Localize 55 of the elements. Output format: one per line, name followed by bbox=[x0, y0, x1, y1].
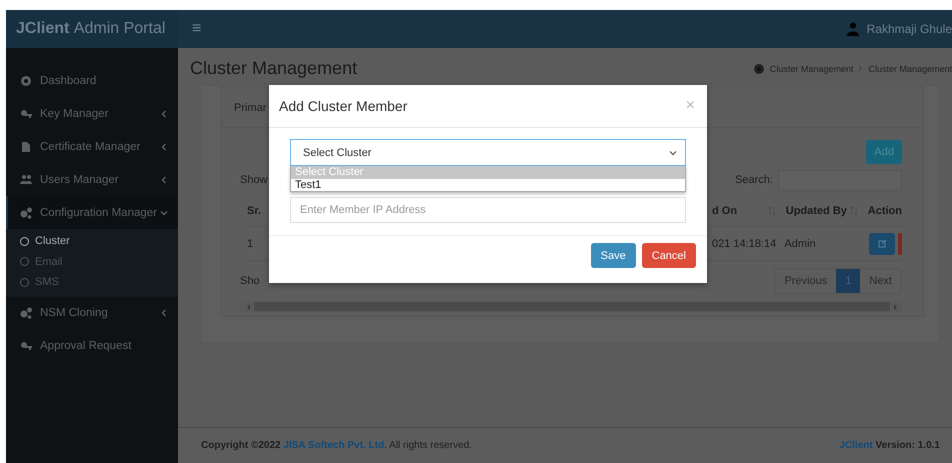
cancel-button[interactable]: Cancel bbox=[642, 243, 696, 268]
dropdown-option[interactable]: Test1 bbox=[291, 178, 685, 191]
brand-title: JClient Admin Portal bbox=[6, 10, 178, 48]
right-arrow-icon[interactable] bbox=[893, 304, 898, 310]
sidebar-item[interactable]: Approval Request bbox=[6, 330, 178, 362]
dashboard-icon bbox=[20, 74, 32, 86]
delete-button[interactable] bbox=[898, 232, 902, 254]
modal-title: Add Cluster Member bbox=[279, 98, 408, 114]
column-header: Sr. bbox=[247, 205, 262, 217]
menu-button[interactable]: ≡ bbox=[192, 20, 202, 38]
copyright-text: Copyright ©2022 JISA Softech Pvt. Ltd. All rights reserved. bbox=[201, 440, 472, 451]
chevron-icon bbox=[160, 208, 168, 216]
edit-icon bbox=[878, 239, 886, 248]
key-icon bbox=[20, 340, 32, 352]
breadcrumb-link[interactable]: Cluster Management bbox=[770, 64, 854, 74]
table-cell: Admin bbox=[784, 238, 816, 250]
user-icon bbox=[846, 22, 859, 36]
entries-info: Sho bbox=[240, 275, 260, 287]
chevron-icon bbox=[160, 142, 168, 150]
user-name[interactable]: Rakhmaji Ghule bbox=[866, 22, 952, 36]
submenu-item[interactable]: Email bbox=[6, 252, 178, 272]
file-icon bbox=[20, 140, 32, 152]
left-arrow-icon[interactable] bbox=[246, 304, 251, 310]
search-label: Search: bbox=[735, 174, 773, 186]
column-header: Updated By bbox=[786, 205, 847, 217]
show-label: Show bbox=[240, 174, 268, 186]
column-header: d On bbox=[712, 205, 738, 217]
column-header: Action bbox=[868, 205, 902, 217]
sidebar-item[interactable]: Users Manager bbox=[6, 163, 178, 196]
scrollbar[interactable] bbox=[240, 301, 902, 312]
users-icon bbox=[20, 174, 32, 186]
version-text: JClient Version: 1.0.1 bbox=[839, 440, 940, 451]
dropdown-option[interactable]: Select Cluster bbox=[291, 166, 685, 178]
chevron-icon bbox=[160, 110, 168, 118]
table-cell: 021 14:18:14 bbox=[712, 238, 776, 250]
submenu-item[interactable]: Cluster bbox=[6, 231, 178, 252]
sidebar-item[interactable]: NSM Cloning bbox=[6, 296, 178, 330]
chevron-icon bbox=[160, 309, 168, 317]
dashboard-icon bbox=[752, 62, 765, 74]
save-button[interactable]: Save bbox=[590, 243, 636, 268]
card-title: Primar bbox=[234, 102, 266, 114]
cluster-select[interactable]: Select Cluster bbox=[290, 139, 686, 166]
close-button[interactable]: × bbox=[686, 97, 695, 115]
chevron-icon bbox=[160, 176, 168, 184]
chevron-icon bbox=[669, 150, 677, 156]
sidebar-item[interactable]: Key Manager bbox=[6, 97, 178, 130]
breadcrumb-link[interactable]: Cluster Management bbox=[868, 64, 952, 74]
key-icon bbox=[20, 108, 32, 120]
sidebar-item[interactable]: Dashboard bbox=[6, 64, 178, 97]
page-title: Cluster Management bbox=[190, 58, 358, 79]
submenu-item[interactable]: SMS bbox=[6, 272, 178, 292]
edit-button[interactable] bbox=[869, 232, 895, 254]
sidebar-item[interactable]: Certificate Manager bbox=[6, 130, 178, 163]
table-cell: 1 bbox=[247, 238, 254, 250]
ip-address-field[interactable]: Enter Member IP Address bbox=[290, 197, 686, 223]
